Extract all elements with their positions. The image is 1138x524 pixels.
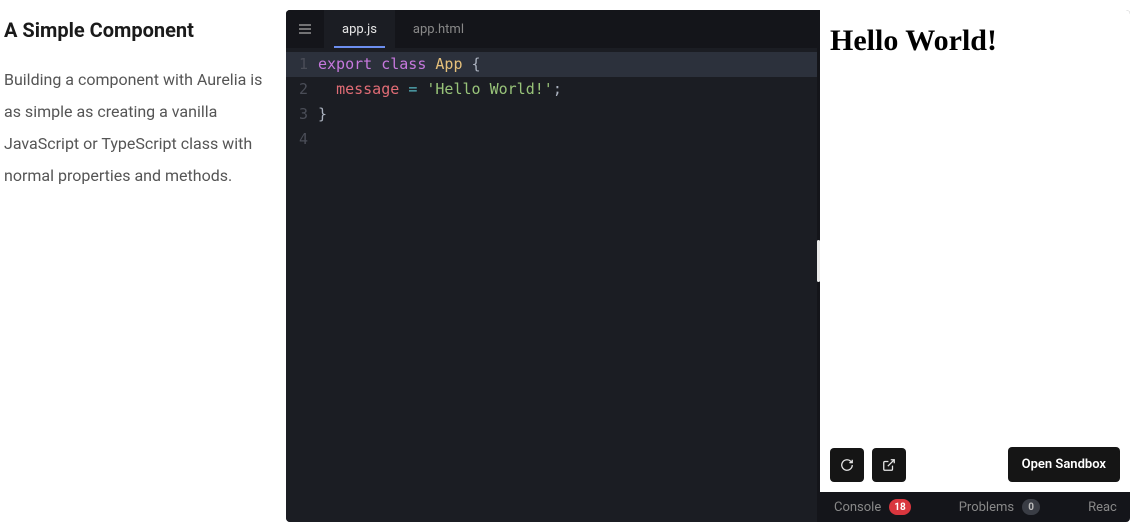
- open-external-icon[interactable]: [872, 448, 906, 482]
- code-content: export class App {: [318, 52, 481, 77]
- preview-output: Hello World!: [830, 24, 1120, 58]
- line-number: 2: [286, 77, 318, 102]
- refresh-button[interactable]: [830, 448, 864, 482]
- line-number: 1: [286, 52, 318, 77]
- article-sidebar: A Simple Component Building a component …: [0, 0, 286, 524]
- problems-label: Problems: [959, 500, 1014, 515]
- article-body: Building a component with Aurelia is as …: [4, 64, 264, 192]
- preview-pane: Hello World! Open Sandbox Console 18 Pro…: [817, 10, 1130, 522]
- editor-pane: app.jsapp.html 1export class App {2 mess…: [286, 10, 817, 522]
- article-heading: A Simple Component: [4, 18, 264, 42]
- code-line[interactable]: 2 message = 'Hello World!';: [286, 77, 817, 102]
- problems-badge: 0: [1022, 499, 1040, 515]
- code-line[interactable]: 4: [286, 127, 817, 152]
- menu-icon[interactable]: [286, 21, 324, 37]
- open-sandbox-button[interactable]: Open Sandbox: [1008, 447, 1120, 482]
- react-label: Reac: [1088, 500, 1117, 515]
- bottom-bar: Console 18 Problems 0 Reac: [820, 492, 1130, 522]
- preview-body: Hello World!: [820, 10, 1130, 437]
- tab-app-js[interactable]: app.js: [324, 10, 395, 48]
- code-line[interactable]: 3}: [286, 102, 817, 127]
- line-number: 3: [286, 102, 318, 127]
- line-number: 4: [286, 127, 318, 152]
- preview-actions: Open Sandbox: [820, 437, 1130, 492]
- pane-resize-handle[interactable]: [817, 240, 820, 282]
- code-editor[interactable]: 1export class App {2 message = 'Hello Wo…: [286, 48, 817, 522]
- problems-tab[interactable]: Problems 0: [959, 499, 1040, 515]
- code-line[interactable]: 1export class App {: [286, 52, 817, 77]
- code-content: }: [318, 102, 327, 127]
- console-tab[interactable]: Console 18: [834, 499, 911, 515]
- tab-bar: app.jsapp.html: [286, 10, 817, 48]
- tab-app-html[interactable]: app.html: [395, 10, 482, 48]
- code-content: message = 'Hello World!';: [318, 77, 562, 102]
- code-sandbox: app.jsapp.html 1export class App {2 mess…: [286, 10, 1130, 522]
- console-label: Console: [834, 500, 881, 515]
- console-badge: 18: [889, 499, 910, 515]
- react-tab[interactable]: Reac: [1088, 500, 1117, 515]
